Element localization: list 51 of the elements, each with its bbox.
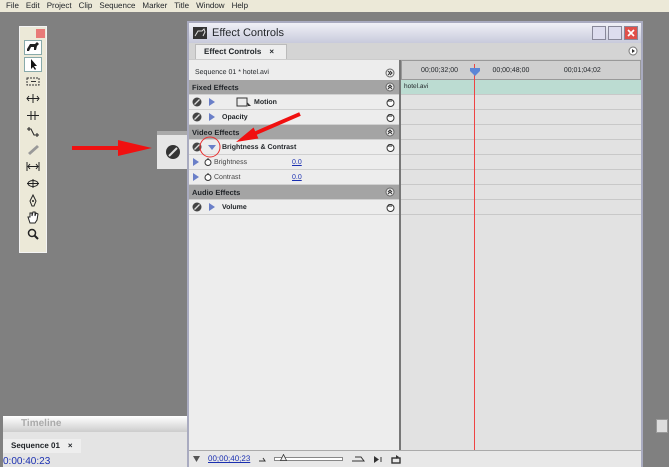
tab-label: Effect Controls [204, 47, 262, 56]
tab-close-button[interactable]: × [68, 441, 73, 450]
collapse-section-icon[interactable] [385, 187, 395, 197]
dropdown-triangle-icon[interactable] [193, 456, 200, 462]
zoom-icon [25, 227, 41, 242]
close-button[interactable] [624, 26, 638, 40]
current-timecode[interactable]: 00;00;40;23 [208, 454, 250, 464]
playhead-handle-icon[interactable] [470, 68, 480, 76]
play-audio-icon[interactable] [373, 454, 383, 464]
zoom-slider[interactable] [274, 457, 343, 461]
hand-icon [25, 210, 41, 225]
panel-menu-icon[interactable] [628, 46, 638, 56]
expand-triangle-icon[interactable] [208, 113, 216, 121]
effect-enabled-icon[interactable] [192, 142, 202, 152]
tool-button[interactable] [24, 57, 42, 72]
menu-item[interactable]: Marker [142, 1, 168, 10]
menu-item[interactable]: Edit [26, 1, 40, 10]
slider-thumb[interactable] [280, 454, 287, 461]
menu-item[interactable]: Clip [78, 1, 92, 10]
menu-item[interactable]: Help [232, 1, 248, 10]
enable-effect-icon[interactable] [164, 143, 182, 161]
show-timeline-icon[interactable] [385, 68, 395, 78]
effect-enabled-icon[interactable] [192, 112, 202, 122]
collapse-section-icon[interactable] [385, 127, 395, 137]
loop-icon[interactable] [391, 454, 401, 464]
menu-item[interactable]: Title [174, 1, 190, 10]
annotation-circle [200, 136, 220, 158]
menu-item[interactable]: Project [46, 1, 72, 10]
menu-item[interactable]: Window [196, 1, 225, 10]
stopwatch-icon[interactable] [204, 173, 212, 181]
panel-tab[interactable]: Sequence 01 × [3, 439, 81, 453]
expand-triangle-icon[interactable] [208, 98, 216, 106]
app-icon [192, 26, 208, 40]
effect-enabled-icon[interactable] [192, 202, 202, 212]
collapse-triangle-icon[interactable] [208, 143, 216, 151]
window-title: Effect Controls [212, 26, 284, 41]
stopwatch-icon[interactable] [204, 158, 212, 166]
minimize-button[interactable] [592, 26, 606, 40]
tab-label: Sequence 01 [11, 441, 60, 450]
current-timecode[interactable]: 0:00:40:23 [3, 456, 187, 467]
close-icon [627, 29, 635, 37]
effect-enabled-icon[interactable] [192, 97, 202, 107]
menu-item[interactable]: Sequence [99, 1, 136, 10]
menu-item[interactable]: File [6, 1, 19, 10]
tool-button[interactable] [24, 40, 42, 55]
expand-triangle-icon[interactable] [208, 203, 216, 211]
panel-title: Timeline [3, 416, 187, 432]
collapse-section-icon[interactable] [385, 82, 395, 92]
tab-close-button[interactable]: × [269, 47, 274, 56]
maximize-button[interactable] [608, 26, 622, 40]
panel-tab[interactable]: Effect Controls × [195, 44, 288, 59]
